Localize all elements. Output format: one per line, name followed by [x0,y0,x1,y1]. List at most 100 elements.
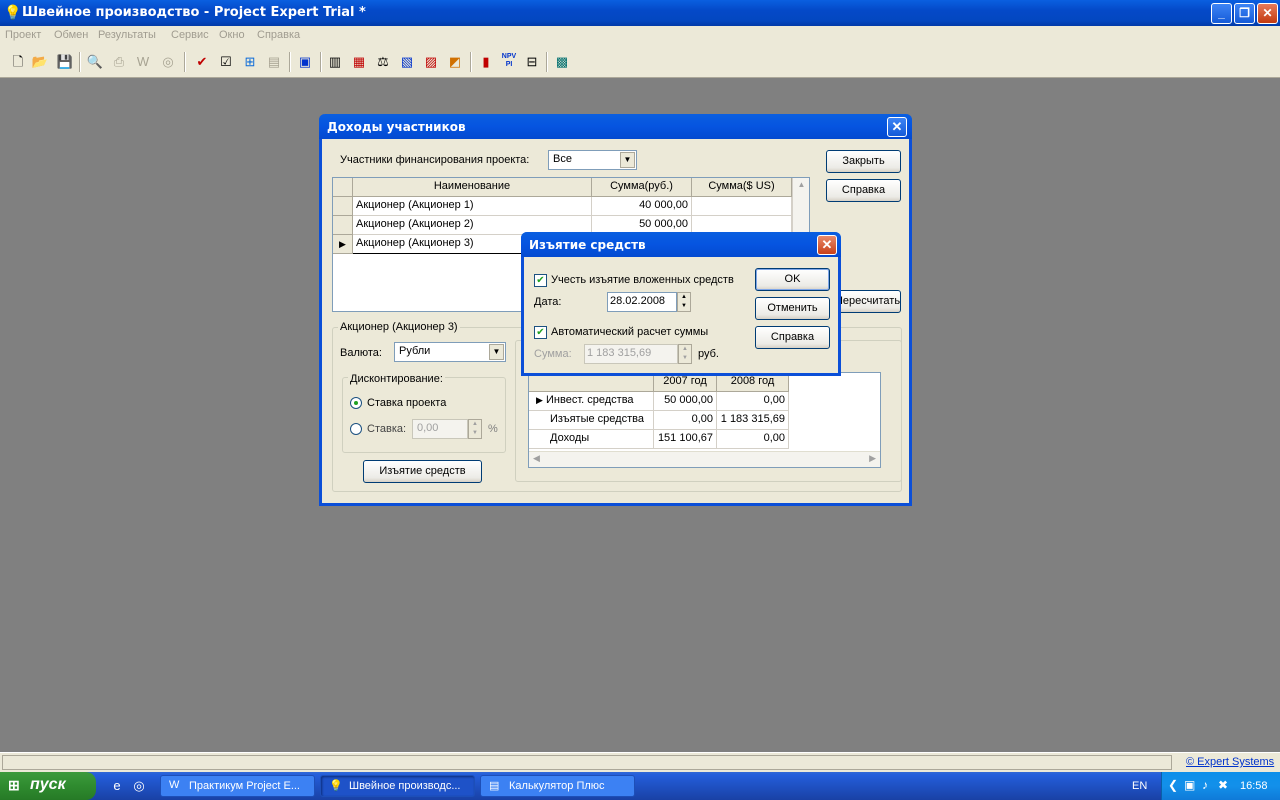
menu-help[interactable]: Справка [257,29,300,41]
yearly-row-name[interactable]: Инвест. средства [543,392,654,411]
row-indicator[interactable] [333,216,353,235]
table-row-rub[interactable]: 40 000,00 [592,197,692,216]
menu-window[interactable]: Окно [219,29,245,41]
menu-results[interactable]: Результаты [98,29,156,41]
ok-button[interactable]: OK [755,268,830,291]
task-project-expert[interactable]: 💡 Швейное производс... [320,775,475,797]
graph-icon[interactable]: ▨ [422,53,440,71]
rate-input[interactable]: 0,00 [412,419,468,439]
bar-chart-icon[interactable]: ▮ [477,53,495,71]
menubar: Проект Обмен Результаты Сервис Окно Спра… [0,26,1280,46]
yearly-cell[interactable]: 0,00 [717,430,789,449]
yearly-cell[interactable]: 50 000,00 [654,392,717,411]
area-chart-icon[interactable]: ◩ [446,53,464,71]
check-icon[interactable]: ✔ [193,53,211,71]
browser-icon[interactable]: ◎ [130,777,148,795]
windows-logo-icon: ⊞ [8,777,20,793]
scroll-left-icon[interactable]: ◀ [533,453,540,464]
toolbar-separator [320,52,322,72]
chart-export-icon[interactable]: ◎ [159,53,177,71]
currency-select[interactable]: Рубли ▼ [394,342,506,362]
tray-expand-icon[interactable]: ❮ [1168,778,1178,792]
row-indicator[interactable] [333,197,353,216]
auto-calc-label: Автоматический расчет суммы [551,326,709,338]
help-button[interactable]: Справка [755,326,830,349]
yearly-row-name[interactable]: Изъятые средства [529,411,654,430]
expert-systems-link[interactable]: © Expert Systems [1186,756,1274,768]
network-icon[interactable]: ⊞ [241,53,259,71]
cancel-button[interactable]: Отменить [755,297,830,320]
task-calculator[interactable]: ▤ Калькулятор Плюс [480,775,635,797]
table-row-name[interactable]: Акционер (Акционер 1) [353,197,592,216]
consider-withdrawal-checkbox[interactable]: ✔ [534,274,547,287]
yearly-row-name[interactable]: Доходы [529,430,654,449]
dialog-close-button[interactable]: ✕ [887,117,907,137]
ie-icon[interactable]: e [108,777,126,795]
balance-icon[interactable]: ⚖ [374,53,392,71]
date-input[interactable]: 28.02.2008 [607,292,677,312]
yearly-cell[interactable]: 1 183 315,69 [717,411,789,430]
toolbar-separator [470,52,472,72]
report-icon[interactable]: ▧ [398,53,416,71]
participants-select[interactable]: Все ▼ [548,150,637,170]
current-row-arrow-icon[interactable]: ▶ [333,235,353,254]
window-icon[interactable]: ▣ [296,53,314,71]
cashflow-icon[interactable]: ▦ [350,53,368,71]
word-export-icon[interactable]: W [134,53,152,71]
close-button[interactable]: ✕ [1257,3,1278,24]
preview-icon[interactable]: 🔍 [86,53,104,71]
language-indicator[interactable]: EN [1132,780,1147,792]
yearly-cell[interactable]: 0,00 [654,411,717,430]
scroll-right-icon[interactable]: ▶ [869,453,876,464]
rate-spinner[interactable]: ▲ ▼ [468,419,482,439]
rate-project-label: Ставка проекта [367,397,447,409]
sum-input[interactable]: 1 183 315,69 [584,344,678,364]
open-folder-icon[interactable]: 📂 [31,53,49,71]
calculator-icon[interactable]: ▩ [553,53,571,71]
dialog-caption: Доходы участников [319,114,912,139]
start-button[interactable]: ⊞ пуск [0,772,96,800]
checklist-icon[interactable]: ☑ [217,53,235,71]
rate-custom-radio[interactable] [350,423,362,435]
yearly-hscrollbar[interactable]: ◀ ▶ [529,451,880,467]
rate-custom-label: Ставка: [367,423,407,435]
word-icon: W [169,779,180,791]
print-icon[interactable]: ⎙ [110,53,128,71]
task-word[interactable]: W Практикум Project E... [160,775,315,797]
security-icon[interactable]: ✖ [1218,778,1228,792]
save-icon[interactable]: 💾 [56,53,74,71]
withdraw-funds-button[interactable]: Изъятие средств [363,460,482,483]
yearly-cell[interactable]: 151 100,67 [654,430,717,449]
calendar-icon[interactable]: ▤ [265,53,283,71]
minimize-button[interactable]: _ [1211,3,1232,24]
auto-calc-checkbox[interactable]: ✔ [534,326,547,339]
date-label: Дата: [534,296,562,308]
new-file-icon[interactable]: 🗋 [9,53,27,71]
help-button[interactable]: Справка [826,179,901,202]
npv-pi-icon[interactable]: NPV PI [500,53,518,71]
sum-spinner[interactable]: ▲ ▼ [678,344,692,364]
rate-project-radio[interactable] [350,397,362,409]
yearly-cell[interactable]: 0,00 [717,392,789,411]
chevron-down-icon[interactable]: ▼ [620,152,635,168]
network-tray-icon[interactable]: ▣ [1184,778,1195,792]
tree-icon[interactable]: ⊟ [523,53,541,71]
menu-service[interactable]: Сервис [171,29,209,41]
dialog-caption: Изъятие средств [521,232,841,257]
app-titlebar: 💡 Швейное производство - Project Expert … [0,0,1280,26]
restore-button[interactable]: ❐ [1234,3,1255,24]
task-label: Практикум Project E... [189,780,300,792]
close-dialog-button[interactable]: Закрыть [826,150,901,173]
menu-exchange[interactable]: Обмен [54,29,88,41]
volume-icon[interactable]: ♪ [1202,778,1208,792]
chevron-down-icon[interactable]: ▼ [489,344,504,360]
dialog-close-button[interactable]: ✕ [817,235,837,255]
system-tray: ❮ ▣ ♪ ✖ 16:58 [1161,772,1280,800]
scroll-up-icon[interactable]: ▲ [795,180,808,193]
date-spinner[interactable]: ▲ ▼ [677,292,691,312]
document-icon[interactable]: ▥ [326,53,344,71]
table-row-usd[interactable] [692,197,792,216]
menu-project[interactable]: Проект [5,29,41,41]
recalc-button[interactable]: Пересчитать [834,290,901,313]
column-header: Наименование [353,178,592,197]
